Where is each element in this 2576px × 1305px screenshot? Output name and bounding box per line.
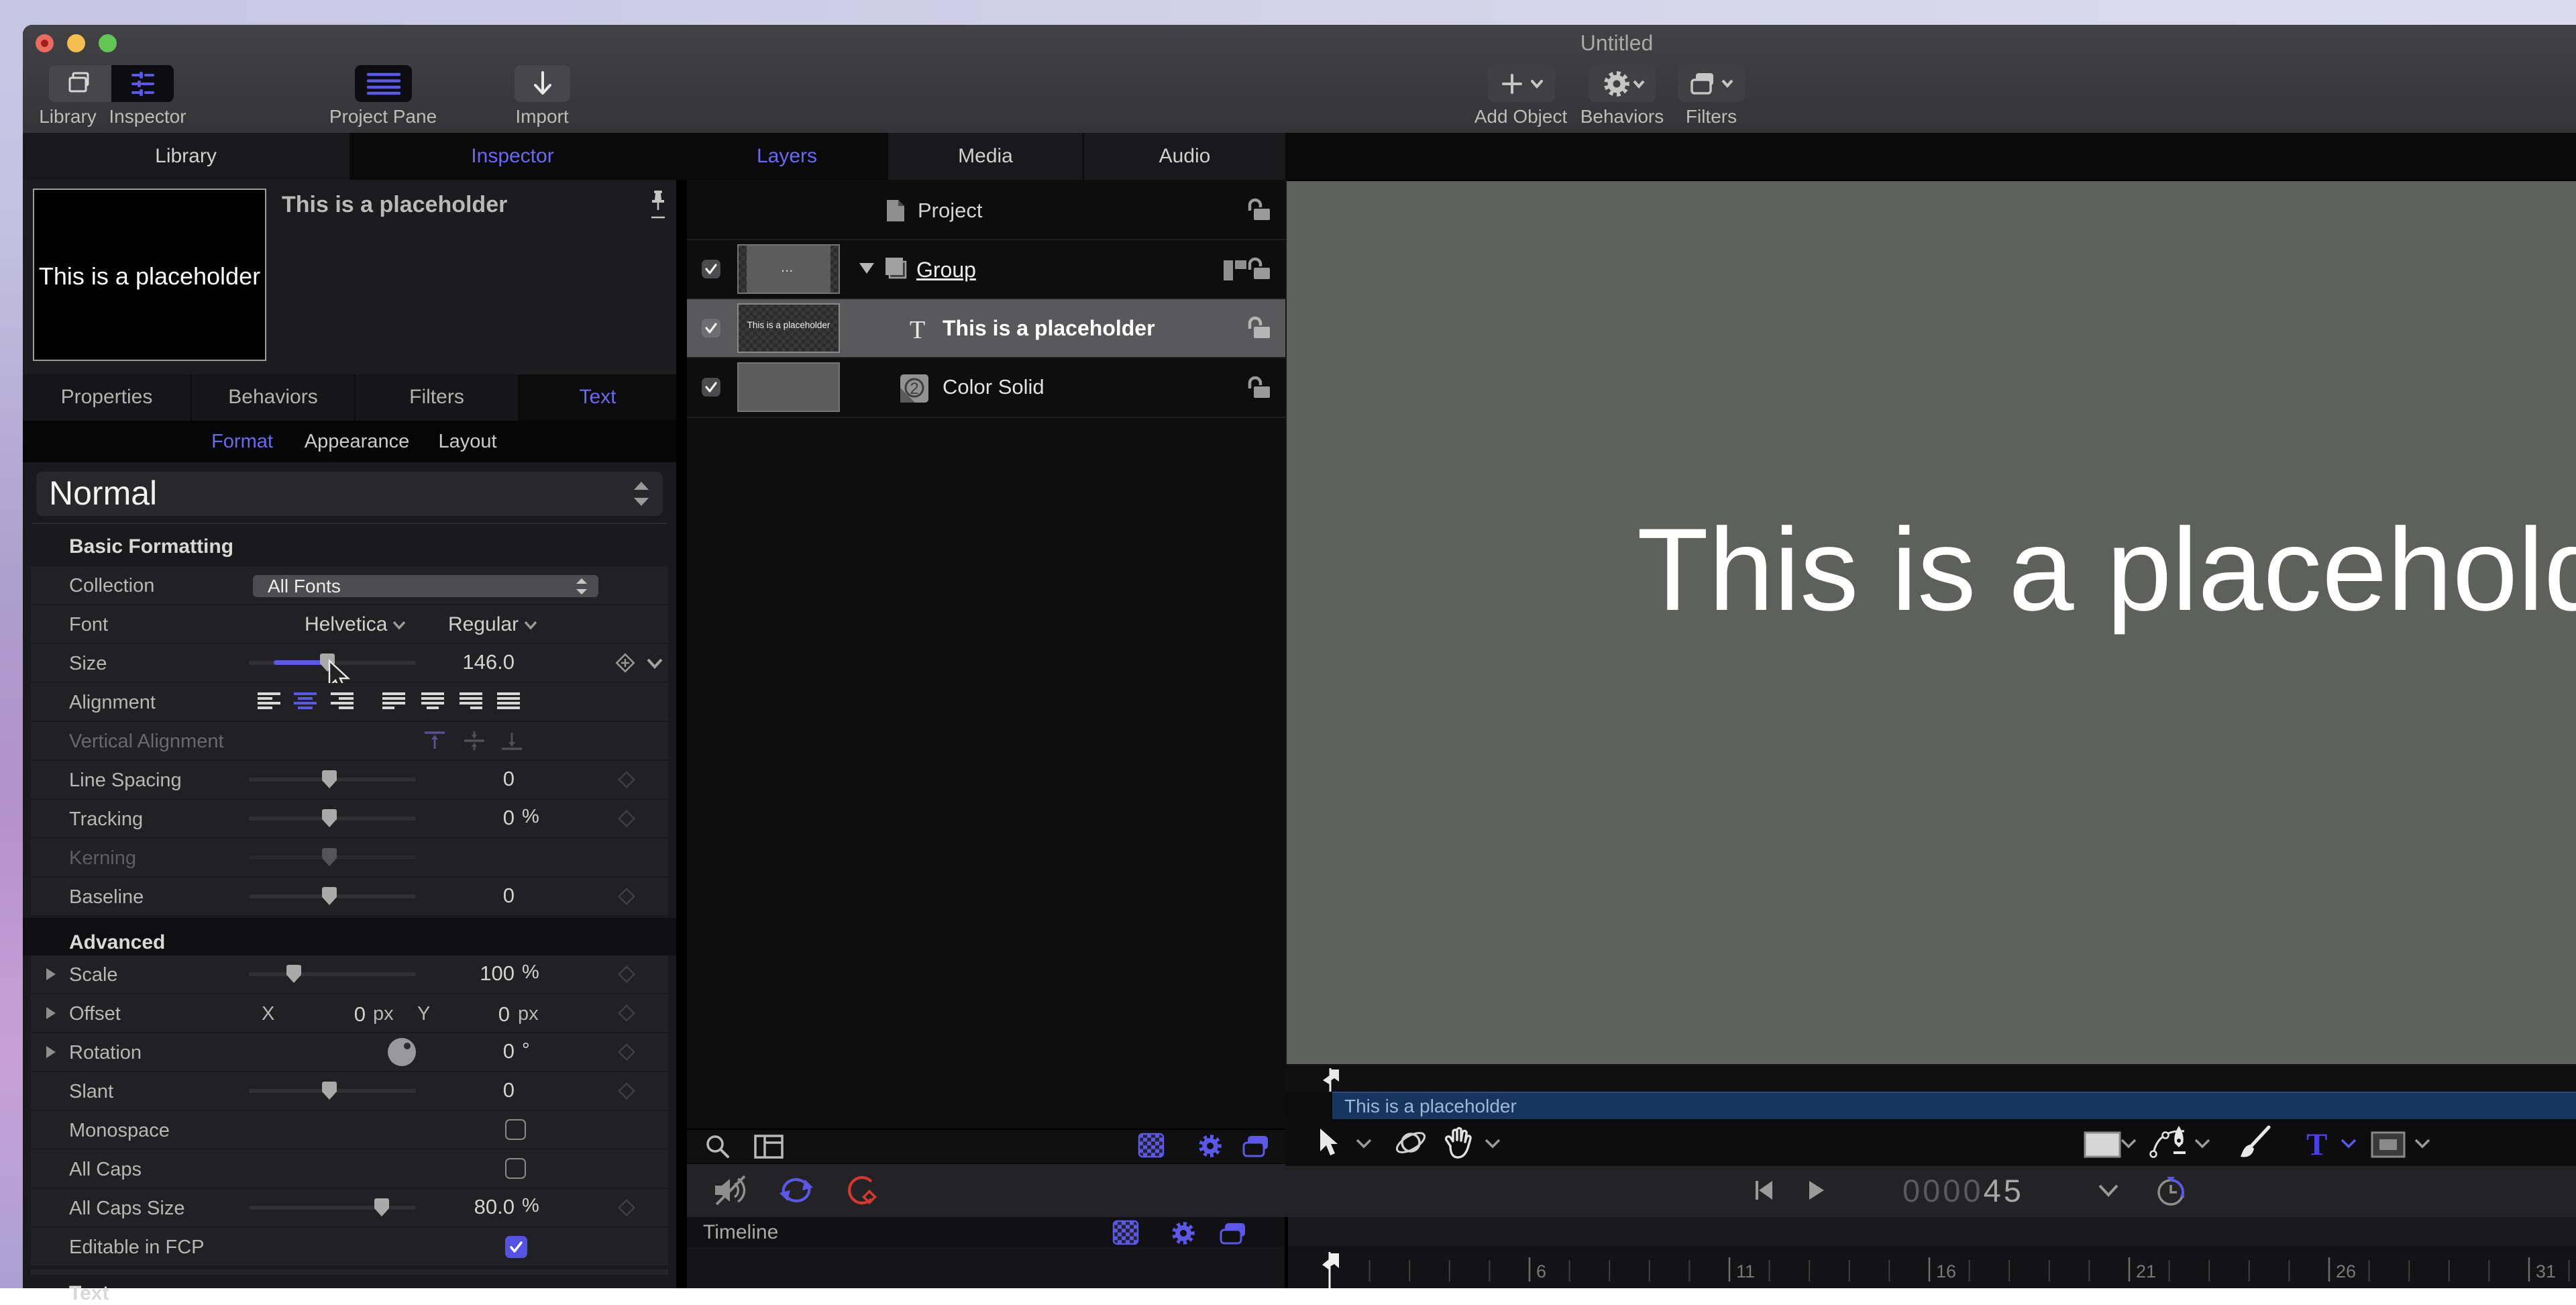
svg-text:11: 11: [1736, 1261, 1755, 1282]
svg-text:2: 2: [910, 380, 918, 398]
svg-text:21: 21: [2136, 1261, 2156, 1282]
svg-text:31: 31: [2536, 1261, 2556, 1282]
svg-text:6: 6: [1536, 1261, 1546, 1282]
svg-text:16: 16: [1936, 1261, 1956, 1282]
svg-text:26: 26: [2336, 1261, 2356, 1282]
